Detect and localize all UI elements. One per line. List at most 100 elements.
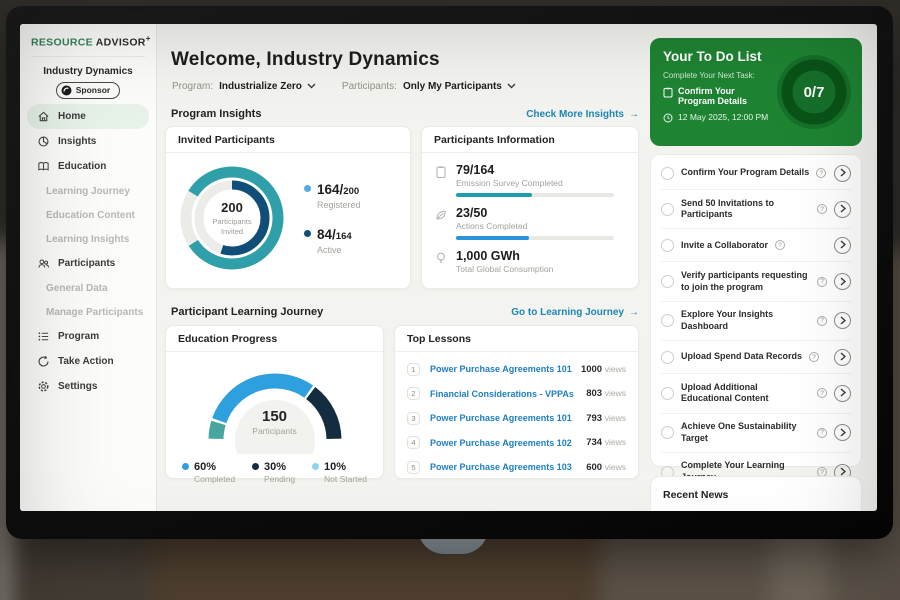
sidebar-item-participants[interactable]: Participants (20, 251, 156, 276)
sidebar-item-label: General Data (46, 283, 108, 294)
task-checkbox[interactable] (661, 167, 674, 180)
legend-item: 60%Completed (182, 461, 235, 484)
task-label: Verify participants requesting to join t… (681, 270, 810, 293)
task-checkbox[interactable] (661, 203, 674, 216)
learning-journey-header: Participant Learning Journey Go to Learn… (171, 306, 639, 318)
go-to-learning-journey-link[interactable]: Go to Learning Journey→ (511, 307, 639, 318)
sidebar-item-learning-insights[interactable]: Learning Insights (20, 227, 156, 251)
lesson-rank: 3 (407, 412, 420, 425)
education-progress-gauge-chart (191, 360, 359, 454)
card-title: Top Lessons (395, 326, 638, 352)
app-logo: RESOURCE ADVISOR+ (31, 24, 145, 57)
clock-icon (663, 113, 673, 123)
leaf-icon (434, 208, 448, 222)
legend-item: 30%Pending (252, 461, 295, 484)
sidebar-item-education-content[interactable]: Education Content (20, 203, 156, 227)
legend-dot (304, 185, 311, 192)
dashboard-screen: RESOURCE ADVISOR+ Industry Dynamics Spon… (20, 24, 877, 511)
lesson-link[interactable]: Power Purchase Agreements 102 (430, 438, 572, 448)
stat-row: 79/164 Emission Survey Completed (434, 163, 626, 197)
filter-dropdown-program[interactable]: Program: Industrialize Zero (172, 81, 316, 92)
stat-label: Total Global Consumption (456, 264, 553, 274)
task-label: Upload Additional Educational Content (681, 382, 810, 405)
task-checkbox[interactable] (661, 275, 674, 288)
insights-icon (37, 135, 50, 148)
task-checkbox[interactable] (661, 239, 674, 252)
lesson-link[interactable]: Power Purchase Agreements 101 (430, 413, 572, 423)
lesson-views: 793 views (586, 413, 626, 424)
task-row-upload-spend-data-records: Upload Spend Data Records ? (661, 341, 851, 374)
program-icon (37, 330, 50, 343)
filter-value: Industrialize Zero (219, 81, 302, 92)
progress-bar (456, 193, 614, 197)
task-checkbox[interactable] (661, 351, 674, 364)
lesson-link[interactable]: Power Purchase Agreements 101 (430, 364, 572, 374)
lesson-views: 1000 views (581, 364, 626, 375)
org-name: Industry Dynamics (20, 66, 156, 77)
check-more-insights-link[interactable]: Check More Insights→ (526, 109, 639, 120)
task-open-button[interactable] (834, 385, 851, 402)
lesson-rank: 1 (407, 363, 420, 376)
card-title: Participants Information (422, 127, 638, 153)
filter-value: Only My Participants (403, 81, 502, 92)
sidebar-item-home[interactable]: Home (27, 104, 149, 129)
filter-label: Program: (172, 81, 213, 92)
sidebar-item-program[interactable]: Program (20, 324, 156, 349)
info-icon[interactable]: ? (775, 240, 785, 250)
task-open-button[interactable] (834, 165, 851, 182)
sidebar-item-education[interactable]: Education (20, 154, 156, 179)
stat-label: Actions Completed (456, 221, 614, 231)
info-icon[interactable]: ? (817, 204, 827, 214)
task-open-button[interactable] (834, 201, 851, 218)
chevron-right-icon (840, 164, 846, 182)
chevron-right-icon (840, 312, 846, 330)
donut-legend: 164/200 Registered 84/164 Active (304, 181, 361, 255)
education-progress-card: Education Progress 150 Participants 60%C… (165, 325, 384, 479)
take-action-icon (37, 355, 50, 368)
sponsor-badge[interactable]: Sponsor (56, 82, 120, 99)
task-open-button[interactable] (834, 237, 851, 254)
program-insights-header: Program Insights Check More Insights→ (171, 108, 639, 120)
info-icon[interactable]: ? (817, 277, 827, 287)
stat-label: Emission Survey Completed (456, 178, 614, 188)
task-open-button[interactable] (834, 273, 851, 290)
sidebar-item-general-data[interactable]: General Data (20, 276, 156, 300)
card-title: Education Progress (166, 326, 383, 352)
task-checkbox[interactable] (661, 314, 674, 327)
filter-label: Participants: (342, 81, 397, 92)
task-row-verify-participants-requesting: Verify participants requesting to join t… (661, 262, 851, 301)
gauge-legend: 60%Completed 30%Pending 10%Not Started (166, 454, 383, 484)
sidebar-item-manage-participants[interactable]: Manage Participants (20, 300, 156, 324)
info-icon[interactable]: ? (817, 388, 827, 398)
progress-bar (456, 236, 614, 240)
sidebar-item-label: Education (58, 161, 106, 172)
task-open-button[interactable] (834, 424, 851, 441)
task-open-button[interactable] (834, 349, 851, 366)
task-open-button[interactable] (834, 312, 851, 329)
info-icon[interactable]: ? (817, 316, 827, 326)
lesson-link[interactable]: Power Purchase Agreements 103 (430, 462, 572, 472)
sidebar-item-settings[interactable]: Settings (20, 374, 156, 399)
lesson-link[interactable]: Financial Considerations - VPPAs (430, 389, 574, 399)
sidebar-item-take-action[interactable]: Take Action (20, 349, 156, 374)
filter-bar: Program: Industrialize Zero Participants… (172, 81, 516, 92)
task-checkbox[interactable] (661, 426, 674, 439)
filter-dropdown-participants[interactable]: Participants: Only My Participants (342, 81, 516, 92)
task-row-confirm-your-program-details: Confirm Your Program Details ? (661, 157, 851, 190)
lesson-rank: 2 (407, 387, 420, 400)
legend-dot (304, 230, 311, 237)
chevron-right-icon (840, 236, 846, 254)
sidebar-nav: HomeInsights Education Learning JourneyEdu… (20, 104, 156, 399)
participants-icon (37, 257, 50, 270)
participants-information-card: Participants Information 79/164 Emission… (421, 126, 639, 289)
info-icon[interactable]: ? (816, 168, 826, 178)
task-label: Send 50 Invitations to Participants (681, 198, 810, 221)
info-icon[interactable]: ? (809, 352, 819, 362)
sidebar-item-learning-journey[interactable]: Learning Journey (20, 179, 156, 203)
task-checkbox[interactable] (661, 387, 674, 400)
info-icon[interactable]: ? (817, 428, 827, 438)
sidebar-item-insights[interactable]: Insights (20, 129, 156, 154)
lessons-list: 1 Power Purchase Agreements 101 1000 vie… (395, 352, 638, 485)
sidebar-item-label: Learning Insights (46, 234, 129, 245)
task-label: Explore Your Insights Dashboard (681, 309, 810, 332)
